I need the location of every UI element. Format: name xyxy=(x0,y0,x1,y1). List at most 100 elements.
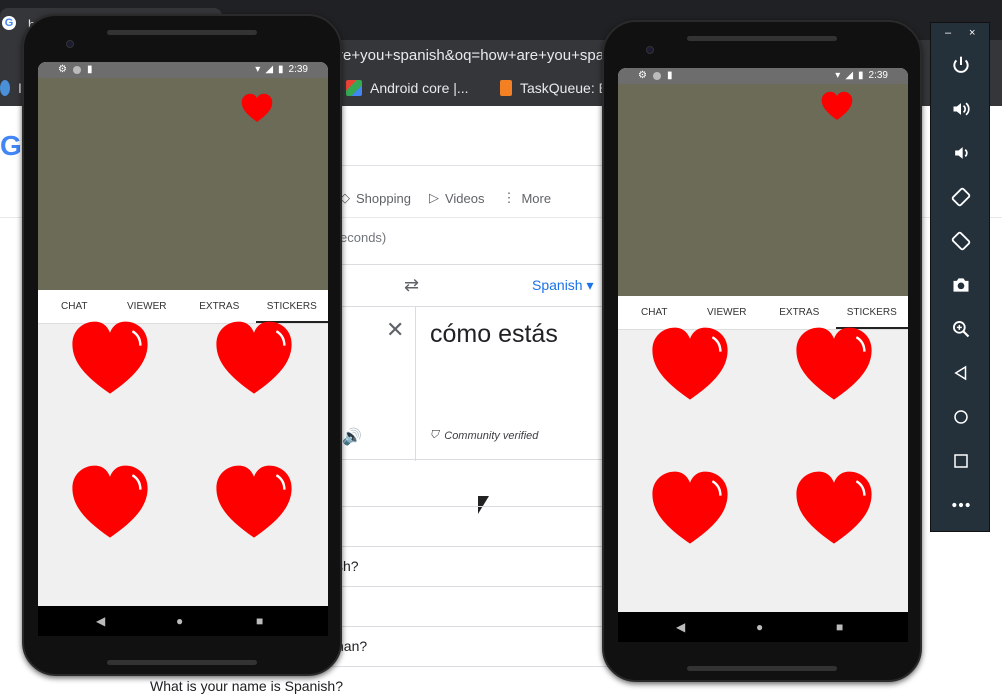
volume-up-button[interactable] xyxy=(931,89,991,129)
wifi-icon: ▾ xyxy=(835,70,841,81)
tab-stickers[interactable]: STICKERS xyxy=(835,296,909,329)
floating-heart-icon xyxy=(241,93,273,122)
emulator-phone-left: ⚙ ▮ ▾ ◢ ▮ 2:39 CHAT VIEWER EXTRAS STICKERS ◀… xyxy=(22,14,342,676)
video-view xyxy=(618,84,908,296)
bookmark-item[interactable]: Android core |... xyxy=(346,80,469,96)
results-stats: econds) xyxy=(340,230,387,245)
generic-icon xyxy=(0,80,10,96)
status-bar: ⚙ ▮ ▾ ◢ ▮ 2:39 xyxy=(618,68,908,84)
swap-languages-icon[interactable]: ⇄ xyxy=(404,275,419,296)
heart-sticker-icon[interactable] xyxy=(68,320,152,400)
overview-icon[interactable]: ■ xyxy=(256,614,263,628)
front-camera xyxy=(66,40,74,48)
overview-icon[interactable]: ■ xyxy=(836,620,843,634)
tab-chat[interactable]: CHAT xyxy=(38,290,111,323)
circle-icon xyxy=(652,71,661,80)
question-text: What is your name is Spanish? xyxy=(150,678,343,694)
home-icon xyxy=(954,410,968,424)
search-input[interactable] xyxy=(330,126,630,166)
heart-sticker-icon[interactable] xyxy=(792,470,876,550)
rotate-right-icon xyxy=(951,231,971,251)
phone-tab-bar: CHAT VIEWER EXTRAS STICKERS xyxy=(38,290,328,324)
heart-sticker-icon[interactable] xyxy=(792,326,876,406)
rotate-right-button[interactable] xyxy=(931,221,991,261)
heart-sticker-icon[interactable] xyxy=(212,464,296,544)
volume-down-button[interactable] xyxy=(931,133,991,173)
play-icon: ▷ xyxy=(428,190,439,205)
kebab-icon: ⋮ xyxy=(502,190,516,205)
battery-icon: ▮ xyxy=(278,64,284,75)
emulator-phone-right: ⚙ ▮ ▾ ◢ ▮ 2:39 CHAT VIEWER EXTRAS STICKERS ◀… xyxy=(602,20,922,682)
target-language-label: Spanish xyxy=(532,277,583,293)
sd-card-icon: ▮ xyxy=(86,64,93,75)
camera-icon xyxy=(953,278,969,292)
screenshot-button[interactable] xyxy=(931,265,991,305)
floating-heart-icon xyxy=(821,91,853,120)
settings-icon: ⚙ xyxy=(58,64,67,75)
bookmark-label: TaskQueue: E xyxy=(520,80,608,96)
search-tabs: ◇ Shopping ▷ Videos ⋮ More xyxy=(340,190,551,206)
emulator-toolbar: – × xyxy=(930,22,990,532)
sticker-grid xyxy=(618,327,908,612)
close-button[interactable]: × xyxy=(969,27,975,39)
heart-sticker-icon[interactable] xyxy=(68,464,152,544)
power-button[interactable] xyxy=(931,45,991,85)
home-icon[interactable]: ● xyxy=(176,614,183,628)
wifi-icon: ▾ xyxy=(255,64,261,75)
tab-videos[interactable]: ▷ Videos xyxy=(429,190,485,206)
google-logo: G xyxy=(0,130,22,161)
tab-chat[interactable]: CHAT xyxy=(618,296,691,329)
overview-icon xyxy=(954,454,968,468)
speaker-icon[interactable]: 🔊 xyxy=(342,427,362,447)
back-icon[interactable]: ◀ xyxy=(676,620,685,634)
tab-label: Videos xyxy=(444,190,485,206)
status-bar: ⚙ ▮ ▾ ◢ ▮ 2:39 xyxy=(38,62,328,78)
shield-check-icon: ⛉ xyxy=(430,429,439,441)
clear-icon[interactable]: ✕ xyxy=(386,317,404,343)
tab-viewer[interactable]: VIEWER xyxy=(111,290,184,323)
bookmark-label: Android core |... xyxy=(370,80,469,96)
heart-sticker-icon[interactable] xyxy=(212,320,296,400)
tab-more[interactable]: ⋮ More xyxy=(502,190,551,206)
tab-shopping[interactable]: ◇ Shopping xyxy=(340,190,411,206)
desktop: G ho re+you+spanish&oq=how+are+you+spa I… xyxy=(0,0,1002,700)
community-verified: ⛉ Community verified xyxy=(430,429,538,442)
tab-extras[interactable]: EXTRAS xyxy=(763,296,836,329)
android-nav-bar: ◀ ● ■ xyxy=(38,606,328,636)
home-button[interactable] xyxy=(931,397,991,437)
android-core-icon xyxy=(346,80,362,96)
circle-icon xyxy=(72,65,81,74)
tab-extras[interactable]: EXTRAS xyxy=(183,290,256,323)
target-language-select[interactable]: Spanish ▾ xyxy=(532,277,594,294)
battery-icon: ▮ xyxy=(858,70,864,81)
zoom-button[interactable] xyxy=(931,309,991,349)
overview-button[interactable] xyxy=(931,441,991,481)
google-favicon-icon: G xyxy=(2,16,16,30)
status-time: 2:39 xyxy=(288,64,308,75)
phone-screen: ⚙ ▮ ▾ ◢ ▮ 2:39 CHAT VIEWER EXTRAS STICKERS ◀… xyxy=(618,68,908,642)
tab-viewer[interactable]: VIEWER xyxy=(691,296,764,329)
back-icon[interactable]: ◀ xyxy=(96,614,105,628)
back-icon xyxy=(954,365,967,381)
home-icon[interactable]: ● xyxy=(756,620,763,634)
heart-sticker-icon[interactable] xyxy=(648,470,732,550)
minimize-button[interactable]: – xyxy=(945,27,951,39)
back-button[interactable] xyxy=(931,353,991,393)
verified-label: Community verified xyxy=(444,429,539,442)
front-camera xyxy=(646,46,654,54)
earpiece xyxy=(107,30,257,35)
tab-stickers[interactable]: STICKERS xyxy=(255,290,329,323)
rotate-left-icon xyxy=(951,187,971,207)
android-nav-bar: ◀ ● ■ xyxy=(618,612,908,642)
rotate-left-button[interactable] xyxy=(931,177,991,217)
window-controls: – × xyxy=(931,27,989,43)
power-icon xyxy=(953,56,969,73)
more-icon xyxy=(952,502,970,508)
more-button[interactable] xyxy=(931,485,991,525)
signal-icon: ◢ xyxy=(265,64,274,75)
heart-sticker-icon[interactable] xyxy=(648,326,732,406)
phone-tab-bar: CHAT VIEWER EXTRAS STICKERS xyxy=(618,296,908,330)
translation-result: cómo estás xyxy=(430,320,558,348)
bookmark-item[interactable]: TaskQueue: E xyxy=(500,80,608,96)
earpiece xyxy=(687,36,837,41)
